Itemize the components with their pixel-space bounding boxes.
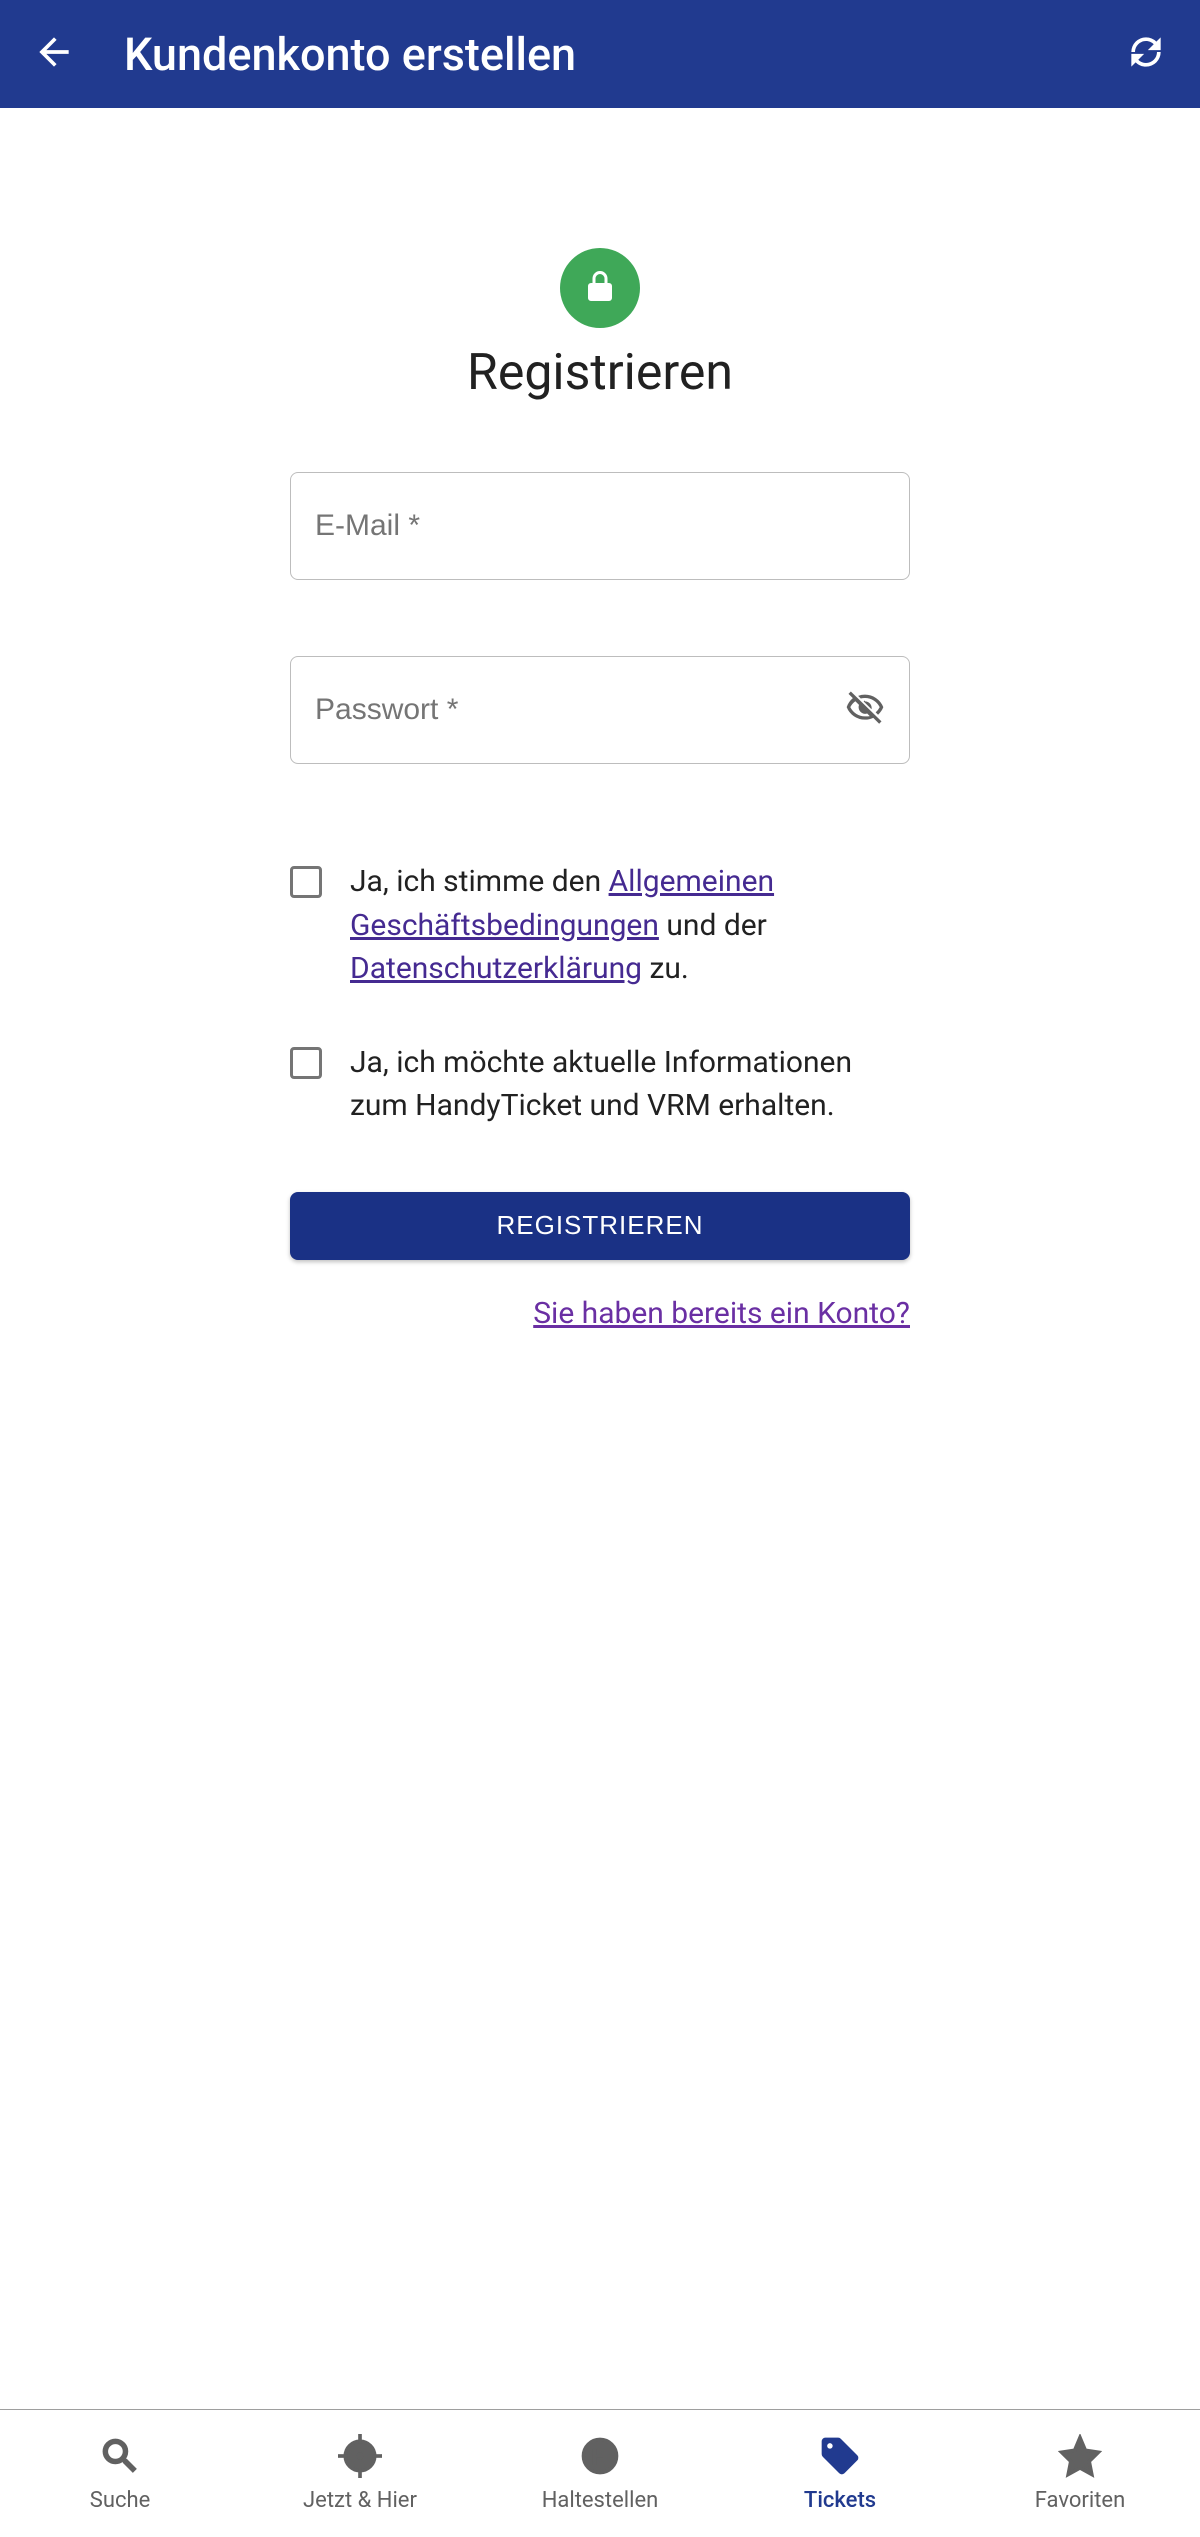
nav-stops[interactable]: H Haltestellen: [480, 2410, 720, 2537]
consent-terms-text: Ja, ich stimme den Allgemeinen Geschäfts…: [350, 860, 910, 991]
password-field-wrapper: [290, 656, 910, 764]
toggle-password-visibility[interactable]: [845, 688, 885, 732]
star-icon: [1058, 2434, 1102, 2482]
consent-newsletter-checkbox[interactable]: [290, 1047, 322, 1079]
consent-terms-suffix: zu.: [642, 951, 689, 986]
consent-terms-checkbox[interactable]: [290, 866, 322, 898]
arrow-left-icon: [32, 30, 76, 78]
crosshair-icon: [338, 2434, 382, 2482]
consent-terms-row: Ja, ich stimme den Allgemeinen Geschäfts…: [290, 860, 910, 991]
refresh-button[interactable]: [1116, 30, 1176, 78]
stop-h-icon: H: [578, 2434, 622, 2482]
nav-stops-label: Haltestellen: [542, 2488, 659, 2513]
register-heading: Registrieren: [467, 344, 733, 402]
appbar-title: Kundenkonto erstellen: [84, 28, 1116, 81]
nav-search-label: Suche: [90, 2488, 151, 2513]
nav-favorites[interactable]: Favoriten: [960, 2410, 1200, 2537]
appbar: Kundenkonto erstellen: [0, 0, 1200, 108]
nav-here-now-label: Jetzt & Hier: [303, 2488, 417, 2513]
privacy-link[interactable]: Datenschutzerklärung: [350, 951, 642, 986]
consent-newsletter-text: Ja, ich möchte aktuelle Informationen zu…: [350, 1041, 910, 1128]
back-button[interactable]: [24, 30, 84, 78]
have-account-link[interactable]: Sie haben bereits ein Konto?: [533, 1296, 910, 1331]
eye-off-icon: [845, 688, 885, 732]
email-field[interactable]: [315, 509, 885, 543]
ticket-icon: [818, 2434, 862, 2482]
lock-badge: [560, 248, 640, 328]
consent-terms-prefix: Ja, ich stimme den: [350, 864, 609, 899]
bottom-nav: Suche Jetzt & Hier H Haltestellen Ticket…: [0, 2409, 1200, 2537]
consent-terms-mid: und der: [659, 908, 767, 943]
register-content: Registrieren Ja, ich stimme den Allgemei…: [0, 108, 1200, 2409]
nav-search[interactable]: Suche: [0, 2410, 240, 2537]
consent-newsletter-row: Ja, ich möchte aktuelle Informationen zu…: [290, 1041, 910, 1128]
svg-text:H: H: [591, 2444, 608, 2471]
nav-tickets-label: Tickets: [804, 2488, 876, 2513]
lock-icon: [582, 268, 618, 308]
have-account-row: Sie haben bereits ein Konto?: [290, 1296, 910, 1331]
nav-here-now[interactable]: Jetzt & Hier: [240, 2410, 480, 2537]
nav-favorites-label: Favoriten: [1035, 2488, 1125, 2513]
refresh-icon: [1124, 30, 1168, 78]
consent-area: Ja, ich stimme den Allgemeinen Geschäfts…: [290, 860, 910, 1178]
search-icon: [98, 2434, 142, 2482]
register-button[interactable]: REGISTRIEREN: [290, 1192, 910, 1260]
nav-tickets[interactable]: Tickets: [720, 2410, 960, 2537]
email-field-wrapper: [290, 472, 910, 580]
password-field[interactable]: [315, 693, 845, 727]
